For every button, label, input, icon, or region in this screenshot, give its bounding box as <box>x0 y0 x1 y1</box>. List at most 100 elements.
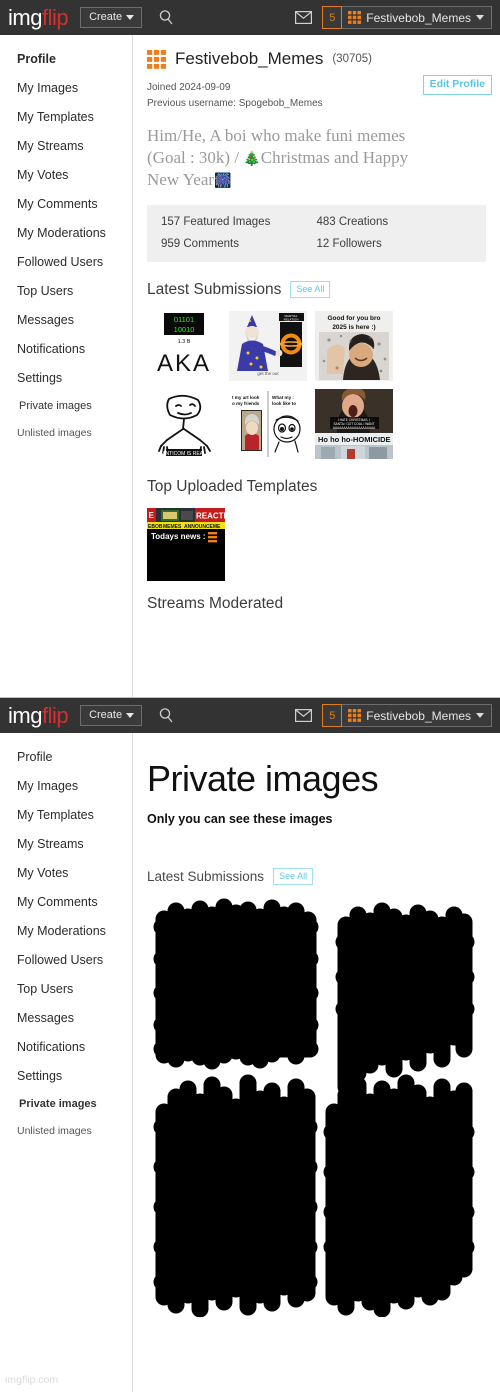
page-title: Festivebob_Memes <box>175 49 324 68</box>
mozart-line-1: t my art look <box>232 395 260 400</box>
submissions-grid: 01101 10010 1.3 B AKA ANTICOM IS REAL MA… <box>133 299 500 459</box>
sidebar-item-profile[interactable]: Profile <box>0 743 132 772</box>
user-menu[interactable]: 5 Festivebob_Memes <box>322 6 492 29</box>
imgflip-logo[interactable]: imgflip <box>8 4 69 30</box>
anticom-caption: ANTICOM IS REAL <box>162 451 206 457</box>
sketch-line-2: look like to <box>272 401 296 406</box>
sidebar-item-settings[interactable]: Settings <box>0 364 132 393</box>
newyear-line-2: 2025 is here :) <box>332 324 375 331</box>
sidebar-item-unlisted-images[interactable]: Unlisted images <box>0 1118 132 1145</box>
search-icon[interactable] <box>158 707 175 724</box>
imgflip-logo[interactable]: imgflip <box>8 702 69 728</box>
template-headline: Todays news : <box>151 532 206 541</box>
edit-profile-button[interactable]: Edit Profile <box>422 75 492 95</box>
christmas-tree-icon: 🎄 <box>243 150 261 167</box>
sidebar-item-my-templates[interactable]: My Templates <box>0 801 132 830</box>
thumbnail-hohoho[interactable]: I HATE CHRISTMAS, I SANTA I GOT COAL I W… <box>315 388 393 459</box>
sidebar-item-my-comments[interactable]: My Comments <box>0 888 132 917</box>
page-subtitle: Only you can see these images <box>147 812 333 826</box>
hohoho-overlay-3: AAAAAAAAAAAAAAAAAAAA <box>333 426 376 430</box>
stat-featured-images: 157 Featured Images <box>161 215 271 228</box>
template-banner-right: REACTIO <box>196 511 225 520</box>
create-button[interactable]: Create <box>80 7 143 28</box>
sidebar-item-messages[interactable]: Messages <box>0 1004 132 1033</box>
sidebar-item-my-templates[interactable]: My Templates <box>0 103 132 132</box>
profile-header: Festivebob_Memes (30705) <box>133 35 500 69</box>
username-label: Festivebob_Memes <box>366 10 471 25</box>
profile-page-panel: imgflip Create 5 Festivebob_Memes Profil… <box>0 0 500 697</box>
latest-submissions-header: Latest Submissions See All <box>133 262 500 299</box>
sidebar-item-my-streams[interactable]: My Streams <box>0 132 132 161</box>
fireworks-icon: 🎆 <box>214 172 232 189</box>
sidebar-item-private-images[interactable]: Private images <box>0 393 132 420</box>
sidebar-item-my-comments[interactable]: My Comments <box>0 190 132 219</box>
latest-submissions-title: Latest Submissions <box>147 869 265 884</box>
sidebar-item-profile[interactable]: Profile <box>0 45 132 74</box>
template-strip-1: EBOB <box>148 524 163 530</box>
sidebar-item-top-users[interactable]: Top Users <box>0 975 132 1004</box>
create-button[interactable]: Create <box>80 705 143 726</box>
sidebar-item-my-moderations[interactable]: My Moderations <box>0 917 132 946</box>
see-all-button[interactable]: See All <box>290 281 331 299</box>
sidebar-item-my-streams[interactable]: My Streams <box>0 830 132 859</box>
stat-comments: 959 Comments <box>161 237 239 250</box>
sidebar-nav: Profile My Images My Templates My Stream… <box>0 35 133 697</box>
screenshot-root: imgflip Create 5 Festivebob_Memes Profil… <box>0 0 500 1392</box>
page-body: Profile My Images My Templates My Stream… <box>0 35 500 697</box>
private-images-page-panel: imgflip Create 5 Festivebob_Memes Profil… <box>0 697 500 1392</box>
template-strip-3: ANNOUNCEME <box>184 524 221 530</box>
chevron-down-icon <box>476 713 484 718</box>
sidebar-item-followed-users[interactable]: Followed Users <box>0 946 132 975</box>
search-icon[interactable] <box>158 9 175 26</box>
see-all-button[interactable]: See All <box>273 868 314 885</box>
chevron-down-icon <box>126 14 135 20</box>
logo-img-text: img <box>8 4 42 30</box>
mozart-line-2: o my friends <box>232 401 260 406</box>
user-menu-area[interactable]: Festivebob_Memes <box>342 705 491 726</box>
thumbnail-new-year[interactable]: Good for you bro 2025 is here :) <box>315 310 393 381</box>
thumbnail-aka[interactable]: 01101 10010 1.3 B AKA <box>147 310 221 381</box>
sidebar-item-top-users[interactable]: Top Users <box>0 277 132 306</box>
sidebar-item-my-votes[interactable]: My Votes <box>0 161 132 190</box>
thumbnail-wizard[interactable]: MARTIAL RELATION get the out <box>229 310 307 381</box>
sidebar-item-my-moderations[interactable]: My Moderations <box>0 219 132 248</box>
chevron-down-icon <box>476 15 484 20</box>
bio-line-3: New Year <box>147 169 215 189</box>
notification-badge[interactable]: 5 <box>322 6 343 29</box>
thumbnail-anticom[interactable]: ANTICOM IS REAL <box>147 388 221 459</box>
thumbnail-art-comparison[interactable]: t my art look o my friends What my : loo… <box>229 388 307 459</box>
aka-caption: 1.3 B <box>178 339 191 345</box>
submissions-column: MARTIAL RELATION get the out t my art lo… <box>229 310 307 459</box>
sidebar-item-messages[interactable]: Messages <box>0 306 132 335</box>
mail-icon[interactable] <box>295 709 313 722</box>
sidebar-item-notifications[interactable]: Notifications <box>0 1033 132 1062</box>
logo-flip-text: flip <box>41 702 69 728</box>
sidebar-item-my-images[interactable]: My Images <box>0 772 132 801</box>
profile-content: Festivebob_Memes (30705) Joined 2024-09-… <box>133 35 500 697</box>
mail-icon[interactable] <box>295 11 313 24</box>
sidebar-item-private-images[interactable]: Private images <box>0 1091 132 1118</box>
user-menu-area[interactable]: Festivebob_Memes <box>342 7 491 28</box>
brick-avatar-icon <box>348 709 362 722</box>
sidebar-item-my-votes[interactable]: My Votes <box>0 859 132 888</box>
user-menu[interactable]: 5 Festivebob_Memes <box>322 704 492 727</box>
thumbnail-template-news[interactable]: E REACTIO EBOB MEMES ANNOUNCEME Todays n… <box>147 507 225 581</box>
site-header: imgflip Create 5 Festivebob_Memes <box>0 0 500 35</box>
header-right-group: 5 Festivebob_Memes <box>295 6 492 29</box>
chevron-down-icon <box>126 712 135 718</box>
sidebar-nav: Profile My Images My Templates My Stream… <box>0 733 133 1392</box>
top-templates-header: Top Uploaded Templates <box>133 459 500 496</box>
submissions-column: 01101 10010 1.3 B AKA ANTICOM IS REAL <box>147 310 221 459</box>
sidebar-item-followed-users[interactable]: Followed Users <box>0 248 132 277</box>
redacted-thumbnails-area <box>133 885 500 1317</box>
sidebar-item-unlisted-images[interactable]: Unlisted images <box>0 420 132 447</box>
sidebar-item-my-images[interactable]: My Images <box>0 74 132 103</box>
sidebar-item-settings[interactable]: Settings <box>0 1062 132 1091</box>
logo-flip-text: flip <box>41 4 69 30</box>
newyear-line-1: Good for you bro <box>327 315 380 322</box>
bio-line-2a: (Goal : 30k) / <box>147 147 244 167</box>
notification-badge[interactable]: 5 <box>322 704 343 727</box>
sidebar-item-notifications[interactable]: Notifications <box>0 335 132 364</box>
sketch-line-1: What my : <box>272 395 294 400</box>
bio-line-1: Him/He, A boi who make funi memes <box>147 126 406 145</box>
